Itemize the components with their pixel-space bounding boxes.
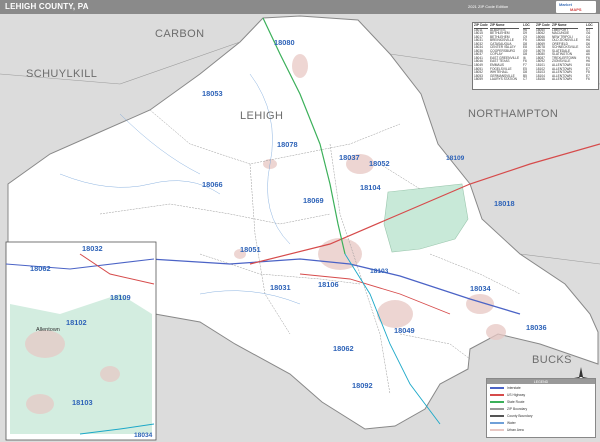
zip-label-18031: 18031 <box>270 283 291 292</box>
zip-label-18062: 18062 <box>333 344 354 353</box>
inset-zip-label-18102: 18102 <box>66 318 87 327</box>
legend-item-label: State Route <box>507 400 525 404</box>
inset-highlight <box>10 294 152 434</box>
legend-item-label: Interstate <box>507 386 521 390</box>
legend-item-label: Urban Area <box>507 428 524 432</box>
county-label-lehigh: LEHIGH <box>240 110 284 122</box>
legend-item: US Highway <box>490 393 525 397</box>
legend-item-label: County Boundary <box>507 414 533 418</box>
legend-item: Interstate <box>490 386 521 390</box>
zip-label-18049: 18049 <box>394 326 415 335</box>
inset-zip-label-18034: 18034 <box>134 432 153 439</box>
zip-label-18037: 18037 <box>339 153 360 162</box>
zip-table-cell: ALLENTOWN <box>552 77 572 82</box>
zip-table-cell: 18059 <box>474 77 483 82</box>
zip-table-col-loc-left: H6 D9 C9 F5 D8 E8 G9 D8 I6 F6 F7 E5 D8 B5 C7 <box>523 28 530 82</box>
inset-zip-label-18062: 18062 <box>30 264 51 273</box>
zip-table-col-codes-right: 18060 18062 18066 18068 18069 18078 18079 18080… <box>536 28 550 82</box>
legend-item: ZIP Boundary <box>490 407 527 411</box>
county-label-carbon: CARBON <box>155 28 205 40</box>
zip-code-table: ZIP Code 18011 18015 18017 18031 18032 18034 1… <box>472 22 599 90</box>
legend-swatch <box>490 429 504 432</box>
zip-label-18018: 18018 <box>494 199 515 208</box>
zip-table-left-codes: ZIP Code 18011 18015 18017 18031 18032 18034 1… <box>474 23 488 82</box>
legend-swatch <box>490 401 504 404</box>
county-label-bucks: BUCKS <box>532 354 572 366</box>
legend-item-label: Water <box>507 421 516 425</box>
county-label-northampton: NORTHAMPTON <box>468 108 559 120</box>
legend-swatch <box>490 415 504 418</box>
legend-item-label: ZIP Boundary <box>507 407 528 411</box>
zip-table-col-names-right: LIMEPORT MACUNGIE NEW TRIPOLI OLD ZIONSVILL… <box>552 28 578 82</box>
legend-item: Water <box>490 421 516 425</box>
legend-swatch <box>490 408 504 411</box>
publisher-logo: Market MAPS <box>556 1 596 13</box>
zip-table-col-loc-right: G7 G6 C4 H6 D6 C6 A6 A6 F6 H6 E8 E7 F8 E7 F6 <box>586 28 593 82</box>
zip-table-right-names: ZIP Name LIMEPORT MACUNGIE NEW TRIPOLI OLD … <box>552 23 579 82</box>
zip-label-18053: 18053 <box>202 89 223 98</box>
legend-item-label: US Highway <box>507 393 526 397</box>
map-legend: LEGEND Interstate US Highway State Route ZI… <box>486 378 596 438</box>
zip-label-18034: 18034 <box>470 284 491 293</box>
legend-item: State Route <box>490 400 524 404</box>
zip-table-cell: 18106 <box>536 77 545 82</box>
county-label-schuylkill: SCHUYLKILL <box>26 68 98 80</box>
zip-table-col-codes-left: 18011 18015 18017 18031 18032 18034 18036 18037… <box>474 28 488 82</box>
zip-label-18106: 18106 <box>318 280 339 289</box>
map-edition: 2021 ZIP Code Edition <box>468 4 509 9</box>
zip-label-18109: 18109 <box>446 155 465 162</box>
zip-label-18103: 18103 <box>370 268 389 275</box>
zip-table-cell: LAURYS STATION <box>490 77 517 82</box>
logo-line2: MAPS <box>570 7 582 12</box>
zip-table-left-loc: LOC H6 D9 C9 F5 D8 E8 G9 D8 I6 F6 F7 E5 D8 B5 C7 <box>523 23 530 82</box>
inset-zip-label-18032: 18032 <box>82 244 103 253</box>
zip-table-left-names: ZIP Name ALBURTIS BETHLEHEM BETHLEHEM BREIN… <box>490 23 520 82</box>
zip-label-18052: 18052 <box>369 159 390 168</box>
inset-zip-label-18109: 18109 <box>110 293 131 302</box>
zip-table-cell: F6 <box>586 77 590 82</box>
zip-label-18069: 18069 <box>303 196 324 205</box>
legend-title: LEGEND <box>487 379 595 384</box>
legend-swatch <box>490 387 504 390</box>
zip-label-18036: 18036 <box>526 323 547 332</box>
zip-label-18051: 18051 <box>240 245 261 254</box>
zip-table-right-codes: ZIP Code 18060 18062 18066 18068 18069 18078 1… <box>536 23 550 82</box>
zip-table-col-names-left: ALBURTIS BETHLEHEM BETHLEHEM BREINIGSVILLE C… <box>490 28 519 82</box>
zip-label-18092: 18092 <box>352 381 373 390</box>
zip-table-cell: C7 <box>523 77 528 82</box>
legend-swatch <box>490 394 504 397</box>
map-header: LEHIGH COUNTY, PA 2021 ZIP Code Edition … <box>0 0 600 14</box>
map-title: LEHIGH COUNTY, PA <box>5 2 89 11</box>
legend-item: Urban Area <box>490 428 524 432</box>
zip-label-18078: 18078 <box>277 140 298 149</box>
inset-zip-label-18103: 18103 <box>72 398 93 407</box>
legend-swatch <box>490 422 504 425</box>
legend-item: County Boundary <box>490 414 532 418</box>
zip-label-18066: 18066 <box>202 180 223 189</box>
zip-label-18104: 18104 <box>360 183 381 192</box>
zip-table-right-loc: LOC G7 G6 C4 H6 D6 C6 A6 A6 F6 H6 E8 E7 F8 E7 F6 <box>586 23 593 82</box>
inset-city-label: Allentown <box>36 327 60 333</box>
zip-label-18080: 18080 <box>274 38 295 47</box>
